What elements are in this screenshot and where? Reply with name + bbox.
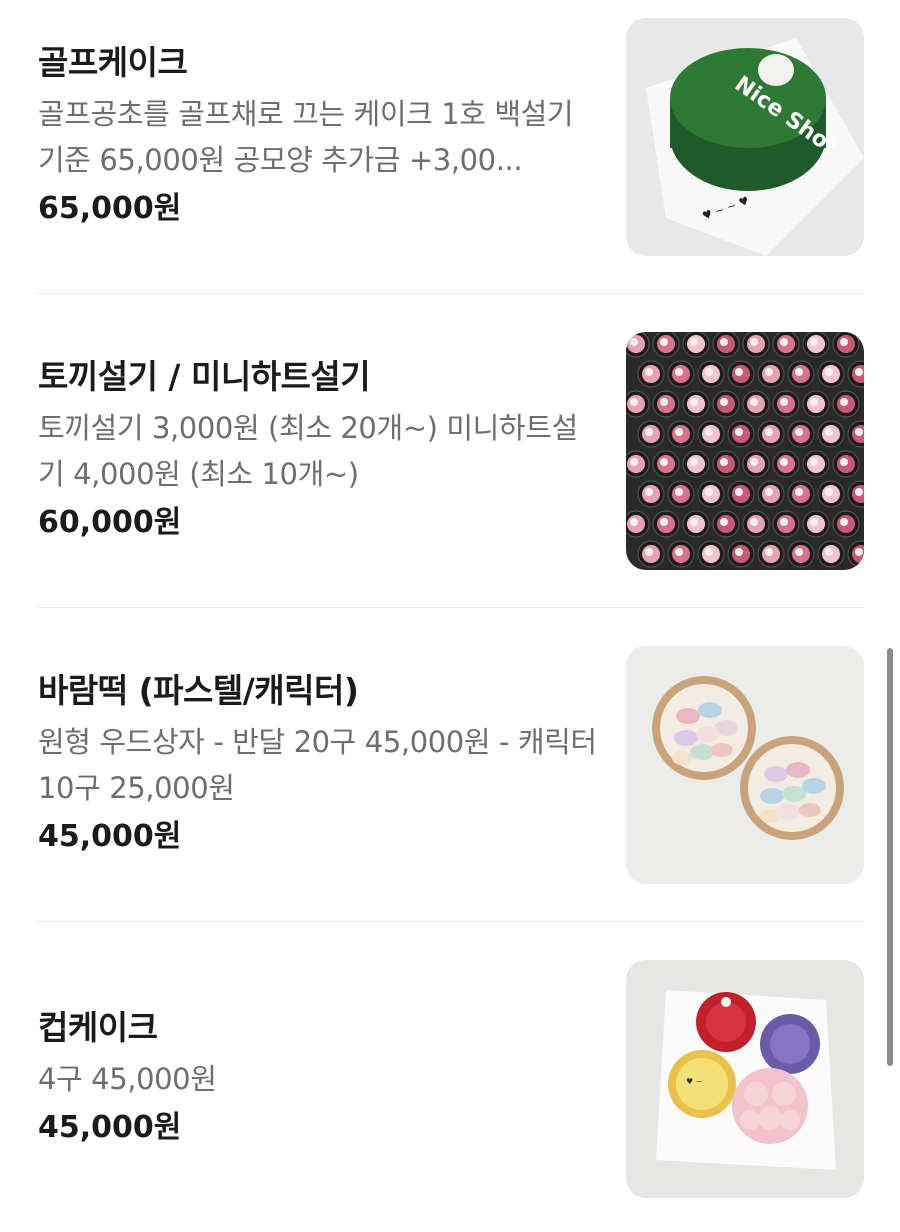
menu-list: 골프케이크 골프공초를 골프채로 끄는 케이크 1호 백설기기준 65,000원… <box>38 18 864 1198</box>
menu-item-name: 컵케이크 <box>38 1008 158 1047</box>
rabbit-rice-cake-photo[interactable] <box>626 332 864 570</box>
pastel-rice-cake-box-photo[interactable] <box>626 646 864 884</box>
golf-cake-photo[interactable]: Nice Shot ♥ ~ ~ ♥ <box>626 18 864 256</box>
menu-item-name: 골프케이크 <box>38 43 188 82</box>
menu-item-price: 60,000원 <box>38 505 182 540</box>
menu-item-info: 골프케이크 골프공초를 골프채로 끄는 케이크 1호 백설기기준 65,000원… <box>38 18 598 256</box>
menu-item-price: 45,000원 <box>38 1110 182 1145</box>
menu-item-cupcake[interactable]: 컵케이크 4구 45,000원 45,000원 ♥ ~ <box>38 960 864 1198</box>
cupcake-box-photo[interactable]: ♥ ~ <box>626 960 864 1198</box>
menu-item-price: 65,000원 <box>38 191 182 226</box>
menu-item-info: 토끼설기 / 미니하트설기 토끼설기 3,000원 (최소 20개~) 미니하트… <box>38 332 598 570</box>
menu-item-baram-tteok[interactable]: 바람떡 (파스텔/캐릭터) 원형 우드상자 - 반달 20구 45,000원 -… <box>38 646 864 922</box>
scrollbar[interactable] <box>887 648 893 1066</box>
svg-text:♥ ~: ♥ ~ <box>686 1077 702 1086</box>
menu-item-description: 골프공초를 골프채로 끄는 케이크 1호 백설기기준 65,000원 공모양 추… <box>38 97 574 177</box>
menu-item-description: 원형 우드상자 - 반달 20구 45,000원 - 캐릭터 10구 25,00… <box>38 725 597 805</box>
menu-item-price: 45,000원 <box>38 819 182 854</box>
menu-item-name: 바람떡 (파스텔/캐릭터) <box>38 671 359 710</box>
menu-item-info: 바람떡 (파스텔/캐릭터) 원형 우드상자 - 반달 20구 45,000원 -… <box>38 646 598 884</box>
menu-item-description: 토끼설기 3,000원 (최소 20개~) 미니하트설기 4,000원 (최소 … <box>38 411 578 491</box>
menu-item-description: 4구 45,000원 <box>38 1062 217 1096</box>
menu-item-golf-cake[interactable]: 골프케이크 골프공초를 골프채로 끄는 케이크 1호 백설기기준 65,000원… <box>38 18 864 294</box>
menu-item-name: 토끼설기 / 미니하트설기 <box>38 357 371 396</box>
menu-item-rabbit-seolgi[interactable]: 토끼설기 / 미니하트설기 토끼설기 3,000원 (최소 20개~) 미니하트… <box>38 332 864 608</box>
menu-item-info: 컵케이크 4구 45,000원 45,000원 <box>38 960 598 1198</box>
